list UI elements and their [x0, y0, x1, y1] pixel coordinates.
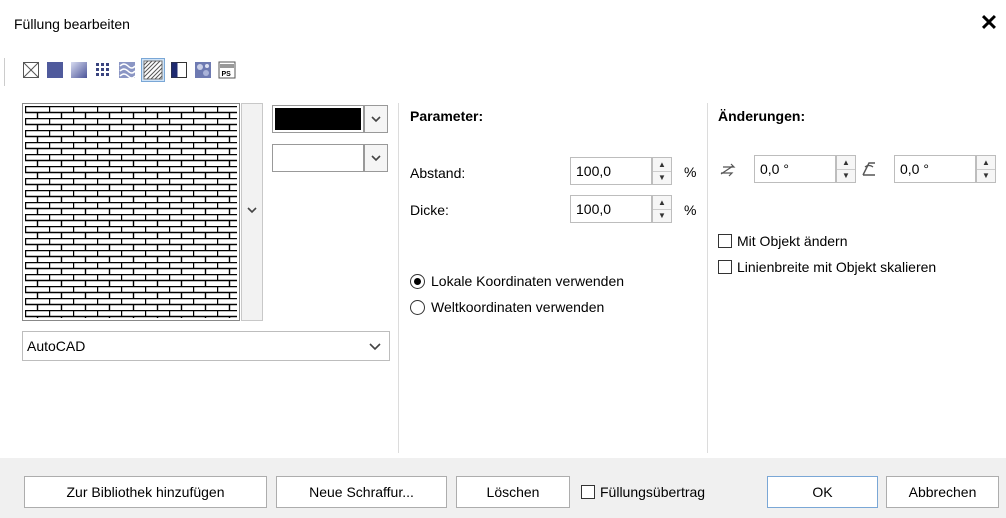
vector-pattern-fill-icon[interactable] — [94, 61, 112, 79]
transform-with-object-label[interactable]: Mit Objekt ändern — [737, 233, 848, 249]
panel-divider — [398, 103, 399, 453]
rotate-icon — [718, 160, 738, 183]
rotation-angle-spinner[interactable]: ▲ ▼ — [836, 155, 856, 183]
panel-divider — [707, 103, 708, 453]
spin-down-icon[interactable]: ▼ — [653, 171, 671, 184]
cancel-button[interactable]: Abbrechen — [886, 476, 999, 508]
background-color-dropdown[interactable] — [364, 144, 388, 172]
world-coordinates-radio[interactable] — [410, 300, 425, 315]
scale-line-width-checkbox[interactable] — [718, 260, 732, 274]
rotation-angle-input[interactable]: 0,0 ° — [754, 155, 836, 183]
spacing-input[interactable]: 100,0 — [570, 157, 652, 185]
fill-copy-label[interactable]: Füllungsübertrag — [600, 484, 705, 500]
foreground-color-swatch[interactable] — [272, 105, 364, 133]
hatch-library-select[interactable]: AutoCAD — [22, 331, 390, 361]
world-coordinates-label[interactable]: Weltkoordinaten verwenden — [431, 299, 604, 315]
thickness-spinner[interactable]: ▲ ▼ — [652, 195, 672, 223]
fill-copy-checkbox[interactable] — [581, 485, 595, 499]
thickness-input[interactable]: 100,0 — [570, 195, 652, 223]
chevron-down-icon — [369, 343, 381, 351]
add-to-library-button[interactable]: Zur Bibliothek hinzufügen — [24, 476, 267, 508]
spacing-spinner[interactable]: ▲ ▼ — [652, 157, 672, 185]
thickness-unit: % — [684, 202, 697, 218]
delete-button[interactable]: Löschen — [456, 476, 570, 508]
hatch-preview-dropdown[interactable] — [241, 103, 263, 321]
local-coordinates-label[interactable]: Lokale Koordinaten verwenden — [431, 273, 624, 289]
thickness-label: Dicke: — [410, 202, 449, 218]
bitmap-pattern-fill-icon[interactable] — [118, 61, 136, 79]
local-coordinates-radio[interactable] — [410, 274, 425, 289]
skew-icon — [859, 159, 879, 182]
ok-button[interactable]: OK — [767, 476, 878, 508]
title-bar — [0, 0, 1006, 50]
spin-up-icon[interactable]: ▲ — [653, 158, 671, 172]
spin-up-icon[interactable]: ▲ — [977, 156, 995, 170]
background-color-swatch[interactable] — [272, 144, 364, 172]
fountain-fill-icon[interactable] — [70, 61, 88, 79]
postscript-fill-icon[interactable]: PS — [218, 61, 236, 79]
skew-angle-input[interactable]: 0,0 ° — [894, 155, 976, 183]
changes-heading: Änderungen: — [718, 108, 806, 124]
spin-up-icon[interactable]: ▲ — [837, 156, 855, 170]
foreground-color-dropdown[interactable] — [364, 105, 388, 133]
skew-angle-spinner[interactable]: ▲ ▼ — [976, 155, 996, 183]
spacing-unit: % — [684, 164, 697, 180]
no-fill-icon[interactable] — [22, 61, 40, 79]
scale-line-width-label[interactable]: Linienbreite mit Objekt skalieren — [737, 259, 936, 275]
spin-down-icon[interactable]: ▼ — [653, 209, 671, 222]
uniform-fill-icon[interactable] — [46, 61, 64, 79]
close-icon[interactable]: ✕ — [976, 10, 1002, 36]
spin-up-icon[interactable]: ▲ — [653, 196, 671, 210]
hatch-preview[interactable] — [22, 103, 240, 321]
dialog-title: Füllung bearbeiten — [14, 16, 130, 32]
spin-down-icon[interactable]: ▼ — [837, 169, 855, 182]
svg-text:PS: PS — [222, 71, 232, 78]
toolbar-separator — [4, 58, 5, 86]
new-hatch-button[interactable]: Neue Schraffur... — [276, 476, 447, 508]
transform-with-object-checkbox[interactable] — [718, 234, 732, 248]
hatch-library-value: AutoCAD — [27, 338, 86, 354]
spin-down-icon[interactable]: ▼ — [977, 169, 995, 182]
hatch-fill-icon[interactable] — [141, 58, 165, 82]
two-color-fill-icon[interactable] — [170, 61, 188, 79]
spacing-label: Abstand: — [410, 165, 466, 181]
brick-hatch-pattern — [25, 106, 237, 318]
texture-fill-icon[interactable] — [194, 61, 212, 79]
parameters-heading: Parameter: — [410, 108, 484, 124]
